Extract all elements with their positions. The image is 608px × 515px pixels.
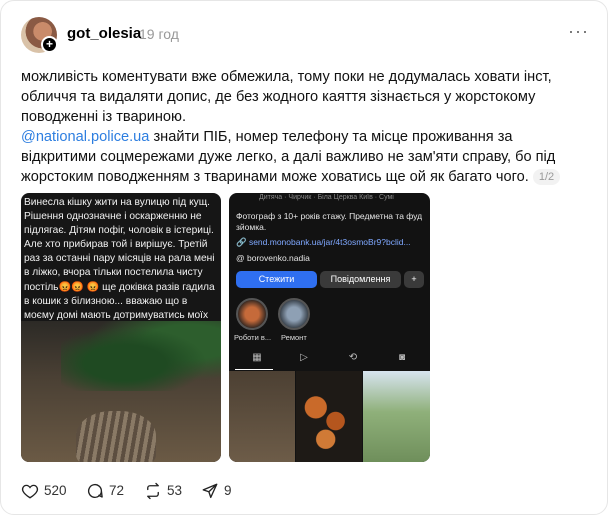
follow-plus-icon[interactable]: +	[41, 36, 58, 53]
grid-photo-cat	[229, 371, 295, 462]
like-count: 520	[44, 483, 67, 498]
grid-icon: ▦	[252, 352, 262, 363]
more-options-icon[interactable]: ···	[568, 22, 589, 40]
tagged-icon: ◙	[398, 352, 406, 363]
cat-photo	[21, 321, 221, 462]
heart-icon	[21, 484, 39, 499]
repost-count: 53	[167, 483, 183, 498]
post-text-paragraph-1: можливість коментувати вже обмежила, том…	[21, 69, 552, 125]
profile-handle: @ borovenko.nadia	[236, 253, 310, 263]
image-1-caption: Винесла кішку жити на вулицю під кущ. Рі…	[24, 197, 215, 335]
profile-bio: Фотограф з 10+ років стажу. Предметна та…	[236, 211, 423, 232]
comment-icon	[87, 483, 103, 499]
profile-link-text: send.monobank.ua/jar/4t3osmoBr9?bclid...	[248, 237, 411, 247]
message-button: Повідомлення	[320, 271, 401, 288]
post-image-1[interactable]: Винесла кішку жити на вулицю під кущ. Рі…	[21, 193, 221, 462]
profile-tabs: ▦ ▷ ⟲ ◙	[229, 348, 430, 368]
image-counter-badge: 1/2	[532, 169, 561, 185]
active-tab-indicator	[235, 369, 273, 370]
post-text: можливість коментувати вже обмежила, том…	[21, 67, 581, 187]
christmas-tree-image	[61, 321, 221, 391]
post-text-paragraph-2: @national.police.ua знайти ПІБ, номер те…	[21, 127, 581, 187]
post-card: + got_olesia 19 год ··· можливість комен…	[0, 0, 608, 515]
add-person-button: +	[404, 271, 424, 288]
reels-icon: ▷	[300, 352, 308, 363]
follow-button: Стежити	[236, 271, 317, 288]
repost-icon	[147, 482, 159, 500]
repost-icon: ⟲	[348, 352, 358, 363]
username[interactable]: got_olesia	[67, 25, 141, 42]
share-count: 9	[224, 483, 232, 498]
highlight-2-label: Ремонт	[281, 333, 307, 342]
post-image-2[interactable]: Дитяча · Чирчик · Біла Церква Київ · Сум…	[229, 193, 430, 462]
comment-button[interactable]: 72	[86, 481, 131, 501]
like-button[interactable]: 520	[21, 481, 71, 501]
share-button[interactable]: 9	[201, 481, 236, 501]
highlight-2	[278, 298, 310, 330]
grid-photo-food	[296, 371, 362, 462]
highlight-1-label: Роботи в...	[234, 333, 272, 342]
mention-link[interactable]: @national.police.ua	[21, 129, 149, 145]
link-icon: 🔗	[236, 237, 249, 247]
highlight-1	[236, 298, 268, 330]
cat-image	[76, 411, 156, 462]
profile-link: 🔗 send.monobank.ua/jar/4t3osmoBr9?bclid.…	[236, 237, 426, 248]
repost-button[interactable]: 53	[144, 481, 189, 501]
grid-photo-outdoor	[363, 371, 430, 462]
post-time: 19 год	[139, 26, 179, 42]
share-icon	[202, 483, 218, 499]
profile-top-text: Дитяча · Чирчик · Біла Церква Київ · Сум…	[259, 194, 394, 201]
comment-count: 72	[109, 483, 125, 498]
